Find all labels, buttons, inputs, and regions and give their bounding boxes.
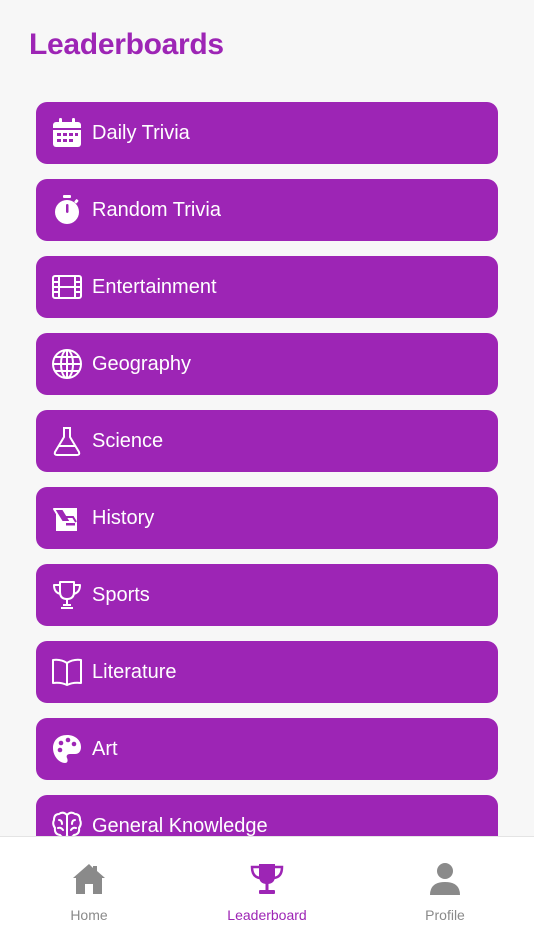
category-label: History [92,506,155,529]
category-label: Art [92,737,118,760]
stopwatch-icon [51,194,83,226]
tab-home[interactable]: Home [0,837,178,950]
palette-icon [51,733,83,765]
category-button-daily-trivia[interactable]: Daily Trivia [36,102,498,164]
trophy-icon [249,861,285,897]
tab-profile[interactable]: Profile [356,837,534,950]
scroll-icon [51,502,83,534]
category-button-random-trivia[interactable]: Random Trivia [36,179,498,241]
book-icon [51,656,83,688]
tab-label: Profile [425,907,465,923]
person-icon [427,861,463,897]
category-button-literature[interactable]: Literature [36,641,498,703]
category-label: Random Trivia [92,198,221,221]
category-button-geography[interactable]: Geography [36,333,498,395]
globe-icon [51,348,83,380]
home-icon [71,861,107,897]
category-label: Science [92,429,164,452]
tab-leaderboard[interactable]: Leaderboard [178,837,356,950]
tab-label: Leaderboard [227,907,307,923]
calendar-icon [51,117,83,149]
category-label: Entertainment [92,275,217,298]
category-label: General Knowledge [92,814,268,837]
flask-icon [51,425,83,457]
category-button-history[interactable]: History [36,487,498,549]
tab-label: Home [70,907,108,923]
trophy-icon [51,579,83,611]
category-button-art[interactable]: Art [36,718,498,780]
category-button-general-knowledge[interactable]: General Knowledge [36,795,498,836]
page-title: Leaderboards [29,28,224,61]
category-label: Sports [92,583,150,606]
category-button-entertainment[interactable]: Entertainment [36,256,498,318]
category-button-sports[interactable]: Sports [36,564,498,626]
film-icon [51,271,83,303]
category-label: Geography [92,352,191,375]
category-list: Daily Trivia Random Trivia Entertainment [36,102,498,836]
category-button-science[interactable]: Science [36,410,498,472]
tab-bar: Home Leaderboard Profile [0,836,534,950]
category-label: Literature [92,660,177,683]
category-label: Daily Trivia [92,121,190,144]
brain-icon [51,810,83,836]
